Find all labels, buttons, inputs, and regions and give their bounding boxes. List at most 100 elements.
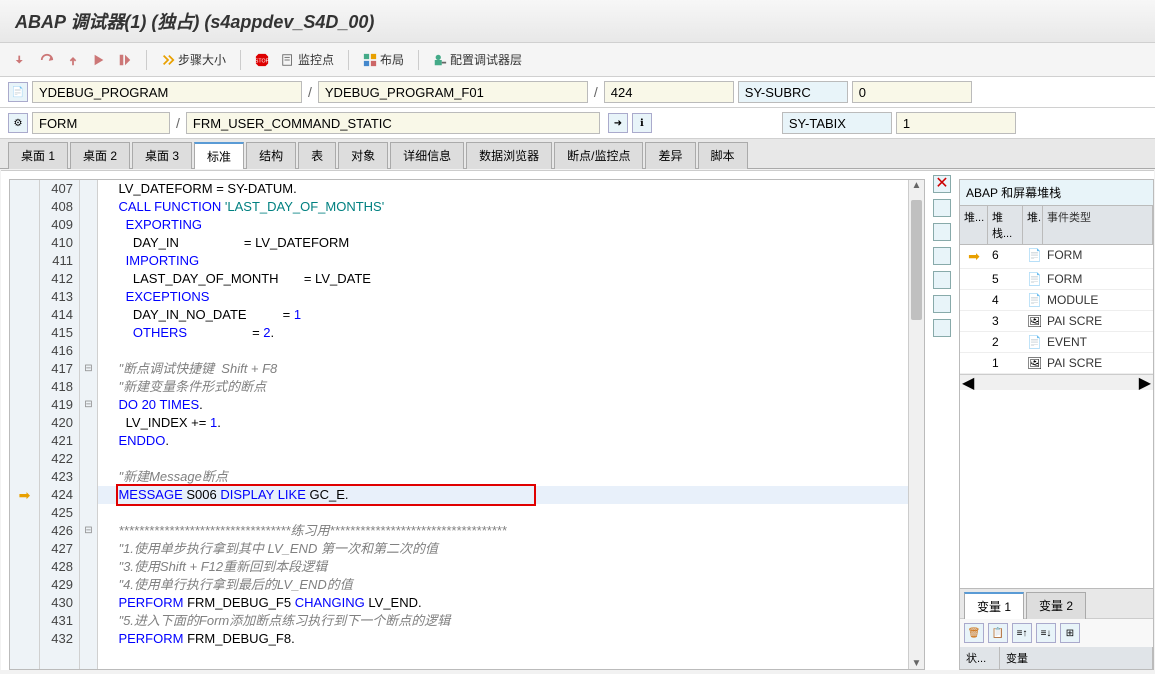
close-tool-icon[interactable]: ✕ <box>933 175 951 193</box>
source-code-area[interactable]: LV_DATEFORM = SY-DATUM. CALL FUNCTION 'L… <box>98 180 908 669</box>
code-line-422[interactable] <box>98 450 908 468</box>
code-line-429[interactable]: "4.使用单行执行拿到最后的LV_END的值 <box>98 576 908 594</box>
sy-subrc-field[interactable] <box>852 81 972 103</box>
stop-button[interactable]: STOP <box>251 51 273 69</box>
code-line-425[interactable] <box>98 504 908 522</box>
code-line-432[interactable]: PERFORM FRM_DEBUG_F8. <box>98 630 908 648</box>
sort-asc-icon[interactable]: ≡↑ <box>1012 623 1032 643</box>
config-debugger-button[interactable]: 配置调试器层 <box>429 49 526 70</box>
scroll-thumb[interactable] <box>911 200 922 320</box>
code-line-419[interactable]: DO 20 TIMES. <box>98 396 908 414</box>
step-size-button[interactable]: 步骤大小 <box>157 49 230 70</box>
fullscreen-tool-icon[interactable] <box>933 247 951 265</box>
stack-panel-title: ABAP 和屏幕堆栈 <box>960 180 1153 206</box>
separator <box>418 50 419 70</box>
code-line-408[interactable]: CALL FUNCTION 'LAST_DAY_OF_MONTHS' <box>98 198 908 216</box>
separator: / <box>174 115 182 131</box>
stack-panel: ABAP 和屏幕堆栈 堆... 堆栈... 堆. 事件类型 ➡6📄FORM5📄F… <box>959 179 1154 670</box>
swap-tool-icon[interactable] <box>933 199 951 217</box>
code-line-417[interactable]: "断点调试快捷键 Shift + F8 <box>98 360 908 378</box>
code-line-411[interactable]: IMPORTING <box>98 252 908 270</box>
delete-var-icon[interactable]: 🗑 <box>964 623 984 643</box>
desktop-tab-11[interactable]: 脚本 <box>698 142 748 169</box>
stack-hscroll[interactable]: ◀▶ <box>960 374 1153 390</box>
desktop-tab-3[interactable]: 标准 <box>194 142 244 169</box>
stack-row-3[interactable]: 3🖼PAI SCRE <box>960 311 1153 332</box>
code-line-412[interactable]: LAST_DAY_OF_MONTH = LV_DATE <box>98 270 908 288</box>
stack-row-1[interactable]: 5📄FORM <box>960 269 1153 290</box>
code-line-430[interactable]: PERFORM FRM_DEBUG_F5 CHANGING LV_END. <box>98 594 908 612</box>
program-field[interactable] <box>32 81 302 103</box>
code-line-423[interactable]: "新建Message断点 <box>98 468 908 486</box>
stack-col-2[interactable]: 堆栈... <box>988 206 1023 244</box>
tab-var-2[interactable]: 变量 2 <box>1026 592 1086 619</box>
svg-text:STOP: STOP <box>255 58 269 64</box>
code-line-416[interactable] <box>98 342 908 360</box>
watchpoint-button[interactable]: 监控点 <box>277 49 338 70</box>
code-line-409[interactable]: EXPORTING <box>98 216 908 234</box>
block-name-field[interactable] <box>186 112 600 134</box>
stack-col-3[interactable]: 堆. <box>1023 206 1043 244</box>
config-cols-icon[interactable]: ⊞ <box>1060 623 1080 643</box>
tool-icon-strip: ✕ <box>929 171 955 670</box>
step-into-icon[interactable] <box>10 51 32 69</box>
expand-tool-icon[interactable] <box>933 223 951 241</box>
layout-tool-icon[interactable] <box>933 271 951 289</box>
stack-row-5[interactable]: 1🖼PAI SCRE <box>960 353 1153 374</box>
info-icon[interactable]: ℹ <box>632 113 652 133</box>
fold-gutter[interactable]: ⊟⊟⊟ <box>80 180 98 669</box>
services-tool-icon[interactable] <box>933 295 951 313</box>
desktop-tab-10[interactable]: 差异 <box>645 142 695 169</box>
code-line-415[interactable]: OTHERS = 2. <box>98 324 908 342</box>
tab-var-1[interactable]: 变量 1 <box>964 592 1024 619</box>
code-line-407[interactable]: LV_DATEFORM = SY-DATUM. <box>98 180 908 198</box>
show-var-icon[interactable]: 📋 <box>988 623 1008 643</box>
code-line-424[interactable]: MESSAGE S006 DISPLAY LIKE GC_E. <box>98 486 908 504</box>
stack-col-1[interactable]: 堆... <box>960 206 988 244</box>
tree-tool-icon[interactable] <box>933 319 951 337</box>
continue-icon[interactable] <box>88 51 110 69</box>
desktop-tab-1[interactable]: 桌面 2 <box>70 142 130 169</box>
vertical-scrollbar[interactable]: ▲ ▼ <box>908 180 924 669</box>
stack-row-4[interactable]: 2📄EVENT <box>960 332 1153 353</box>
run-to-icon[interactable] <box>114 51 136 69</box>
code-line-420[interactable]: LV_INDEX += 1. <box>98 414 908 432</box>
stack-header-row: 堆... 堆栈... 堆. 事件类型 <box>960 206 1153 245</box>
code-line-427[interactable]: "1.使用单步执行拿到其中 LV_END 第一次和第二次的值 <box>98 540 908 558</box>
stack-row-2[interactable]: 4📄MODULE <box>960 290 1153 311</box>
desktop-tab-7[interactable]: 详细信息 <box>390 142 464 169</box>
desktop-tab-0[interactable]: 桌面 1 <box>8 142 68 169</box>
block-nav-icon[interactable]: ⚙ <box>8 113 28 133</box>
code-line-414[interactable]: DAY_IN_NO_DATE = 1 <box>98 306 908 324</box>
line-field[interactable] <box>604 81 734 103</box>
desktop-tab-5[interactable]: 表 <box>298 142 336 169</box>
nav-forward-icon[interactable]: ➜ <box>608 113 628 133</box>
desktop-tab-2[interactable]: 桌面 3 <box>132 142 192 169</box>
sort-desc-icon[interactable]: ≡↓ <box>1036 623 1056 643</box>
layout-button[interactable]: 布局 <box>359 49 408 70</box>
sy-subrc-label: SY-SUBRC <box>738 81 848 103</box>
code-line-426[interactable]: **********************************练习用***… <box>98 522 908 540</box>
sy-tabix-field[interactable] <box>896 112 1016 134</box>
var-col-name[interactable]: 变量 <box>1000 647 1153 669</box>
breakpoint-gutter[interactable]: ➡ <box>10 180 40 669</box>
var-col-state[interactable]: 状... <box>960 647 1000 669</box>
block-type-field[interactable] <box>32 112 170 134</box>
desktop-tab-8[interactable]: 数据浏览器 <box>466 142 552 169</box>
stack-col-4[interactable]: 事件类型 <box>1043 206 1153 244</box>
code-line-410[interactable]: DAY_IN = LV_DATEFORM <box>98 234 908 252</box>
step-over-icon[interactable] <box>36 51 58 69</box>
desktop-tab-9[interactable]: 断点/监控点 <box>554 142 643 169</box>
window-title: ABAP 调试器(1) (独占) (s4appdev_S4D_00) <box>15 8 1140 34</box>
code-line-428[interactable]: "3.使用Shift + F12重新回到本段逻辑 <box>98 558 908 576</box>
program-nav-icon[interactable]: 📄 <box>8 82 28 102</box>
code-line-431[interactable]: "5.进入下面的Form添加断点练习执行到下一个断点的逻辑 <box>98 612 908 630</box>
code-line-418[interactable]: "新建变量条件形式的断点 <box>98 378 908 396</box>
include-field[interactable] <box>318 81 588 103</box>
step-out-icon[interactable] <box>62 51 84 69</box>
desktop-tab-6[interactable]: 对象 <box>338 142 388 169</box>
code-line-421[interactable]: ENDDO. <box>98 432 908 450</box>
desktop-tab-4[interactable]: 结构 <box>246 142 296 169</box>
code-line-413[interactable]: EXCEPTIONS <box>98 288 908 306</box>
stack-row-0[interactable]: ➡6📄FORM <box>960 245 1153 269</box>
